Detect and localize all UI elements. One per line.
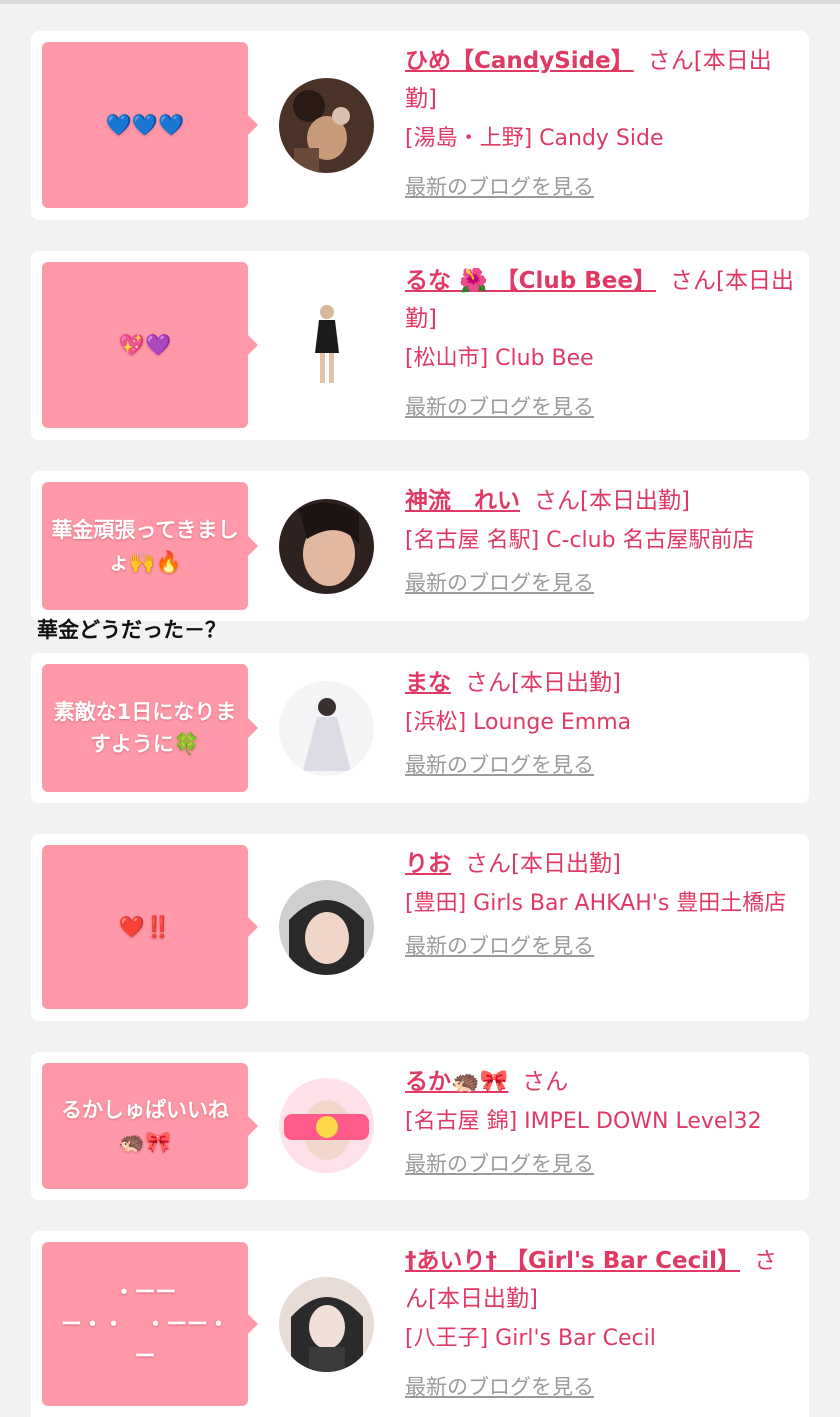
cast-card: 華金頑張ってきましょ🙌🔥 神流 れい さん[本日出勤] [名古屋 名駅] C-cl… (31, 471, 809, 621)
shop-name: [名古屋 錦] IMPEL DOWN Level32 (405, 1109, 762, 1134)
latest-blog-link[interactable]: 最新のブログを見る (405, 392, 594, 422)
cast-info: るか🦔🎀 さん [名古屋 錦] IMPEL DOWN Level32 最新のブログ… (405, 1063, 799, 1179)
cast-name-link[interactable]: 神流 れい (405, 488, 520, 514)
cast-card: るかしゅぱいいね🦔🎀 るか🦔🎀 さん [名古屋 錦] IMPEL DOWN Lev… (31, 1052, 809, 1200)
message-bubble: ・ーー ー・・ ・ーー・ ー (42, 1242, 258, 1406)
shop-name: [浜松] Lounge Emma (405, 710, 632, 735)
cast-info: ひめ【CandySide】 さん[本日出勤] [湯島・上野] Candy Side… (405, 42, 799, 202)
message-bubble: るかしゅぱいいね🦔🎀 (42, 1063, 258, 1189)
latest-blog-link[interactable]: 最新のブログを見る (405, 172, 594, 202)
shop-name: [湯島・上野] Candy Side (405, 126, 664, 151)
latest-blog-link[interactable]: 最新のブログを見る (405, 750, 594, 780)
cast-name-link[interactable]: るな 🌺 【Club Bee】 (405, 268, 656, 294)
shop-name: [名古屋 名駅] C-club 名古屋駅前店 (405, 528, 755, 553)
avatar[interactable] (279, 78, 374, 173)
cast-info: †あいり† 【Girl's Bar Cecil】 さん[本日出勤] [八王子] G… (405, 1242, 799, 1402)
cast-card: ・ーー ー・・ ・ーー・ ー †あいり† 【Girl's Bar Cecil】さ… (31, 1231, 809, 1417)
cast-status: さん (522, 1069, 569, 1095)
cast-card: 素敵な1日になりますように🍀 まな さん[本日出勤] [浜松] Lounge Em… (31, 653, 809, 803)
cast-card: ❤️‼️ りお さん[本日出勤] [豊田] Girls Bar AHKAH's 豊… (31, 834, 809, 1021)
message-bubble: 💖💜 (42, 262, 258, 428)
cast-info: まな さん[本日出勤] [浜松] Lounge Emma 最新のブログを見る (405, 664, 799, 780)
story-caption: 華金どうだった－？ (37, 618, 226, 642)
shop-name: [松山市] Club Bee (405, 346, 594, 371)
cast-status: さん[本日出勤] (465, 670, 621, 696)
cast-status: さん[本日出勤] (465, 851, 621, 877)
latest-blog-link[interactable]: 最新のブログを見る (405, 1149, 594, 1179)
latest-blog-link[interactable]: 最新のブログを見る (405, 568, 594, 598)
shop-name: [豊田] Girls Bar AHKAH's 豊田土橋店 (405, 891, 787, 916)
latest-blog-link[interactable]: 最新のブログを見る (405, 931, 594, 961)
cast-status: さん[本日出勤] (534, 488, 690, 514)
cast-card: 💖💜 るな 🌺 【Club Bee】 さん[本日出勤] [松山市] Club Be… (31, 251, 809, 440)
cast-card: 💙💙💙 ひめ【CandySide】 さん[本日出勤] [湯島・上野] Candy … (31, 31, 809, 220)
avatar[interactable] (279, 1078, 374, 1173)
message-bubble: 💙💙💙 (42, 42, 258, 208)
avatar[interactable] (279, 298, 374, 393)
shop-name: [八王子] Girl's Bar Cecil (405, 1326, 656, 1351)
cast-name-link[interactable]: ひめ【CandySide】 (405, 48, 634, 74)
avatar[interactable] (279, 499, 374, 594)
cast-name-link[interactable]: †あいり† 【Girl's Bar Cecil】 (405, 1248, 740, 1274)
avatar[interactable] (279, 681, 374, 776)
latest-blog-link[interactable]: 最新のブログを見る (405, 1372, 594, 1402)
cast-info: 神流 れい さん[本日出勤] [名古屋 名駅] C-club 名古屋駅前店 最新の… (405, 482, 799, 598)
cast-info: りお さん[本日出勤] [豊田] Girls Bar AHKAH's 豊田土橋店 … (405, 845, 799, 961)
cast-name-link[interactable]: まな (405, 670, 451, 696)
cast-name-link[interactable]: りお (405, 851, 451, 877)
cast-name-link[interactable]: るか🦔🎀 (405, 1069, 508, 1095)
message-bubble: ❤️‼️ (42, 845, 258, 1009)
cast-info: るな 🌺 【Club Bee】 さん[本日出勤] [松山市] Club Bee 最… (405, 262, 799, 422)
avatar[interactable] (279, 1277, 374, 1372)
top-divider (0, 0, 840, 4)
message-bubble: 素敵な1日になりますように🍀 (42, 664, 258, 792)
avatar[interactable] (279, 880, 374, 975)
message-bubble: 華金頑張ってきましょ🙌🔥 (42, 482, 258, 610)
